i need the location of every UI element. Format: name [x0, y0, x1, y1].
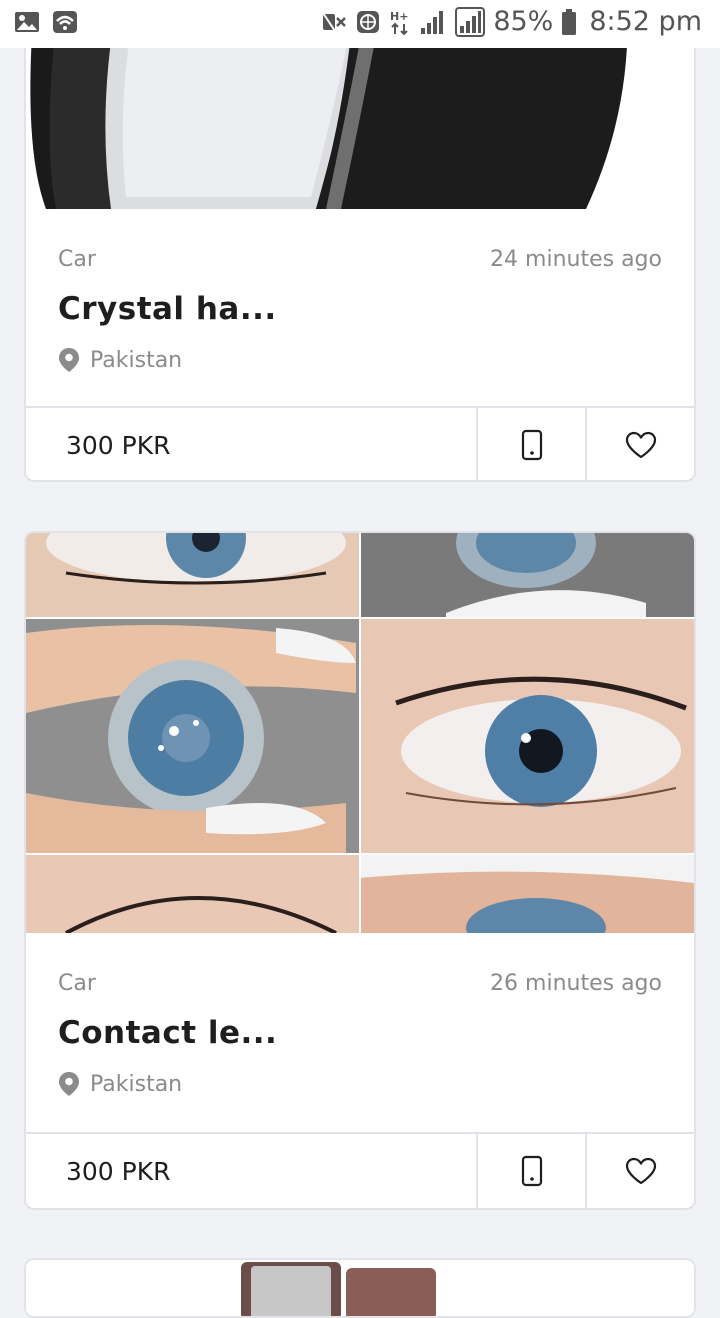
favorite-button[interactable] [587, 408, 694, 480]
battery-icon [561, 8, 577, 36]
status-bar: H+ 85% 8:52 pm [0, 0, 720, 48]
heart-icon [625, 1157, 656, 1185]
signal-icon [455, 6, 486, 37]
listing-actions: 300 PKR [26, 1132, 694, 1208]
listing-location-text: Pakistan [90, 1071, 183, 1097]
mute-icon [319, 8, 347, 36]
heart-icon [625, 431, 656, 459]
listing-actions: 300 PKR [26, 406, 694, 480]
clock: 8:52 pm [589, 6, 702, 37]
location-pin-icon [59, 348, 79, 372]
listing-title[interactable]: Contact le... [58, 1015, 277, 1051]
phone-icon [521, 1155, 542, 1187]
listing-card[interactable]: Car 24 minutes ago Crystal ha... Pakista… [24, 0, 696, 482]
listing-image[interactable] [26, 533, 694, 933]
call-button[interactable] [478, 1134, 587, 1208]
svg-text:H+: H+ [390, 10, 408, 23]
phone-icon [521, 429, 542, 461]
listing-details: Car 26 minutes ago Contact le... Pakista… [58, 971, 662, 1097]
status-right: H+ 85% 8:52 pm [319, 6, 702, 37]
listing-location-text: Pakistan [90, 347, 183, 373]
listing-time: 26 minutes ago [490, 971, 662, 996]
listing-price: 300 PKR [26, 1134, 478, 1208]
battery-percentage: 85% [493, 6, 554, 37]
listing-details: Car 24 minutes ago Crystal ha... Pakista… [58, 247, 662, 373]
listing-location: Pakistan [58, 1071, 182, 1097]
call-button[interactable] [478, 408, 587, 480]
listing-image[interactable] [26, 1260, 694, 1316]
listing-location: Pakistan [58, 347, 182, 373]
listing-category: Car [58, 971, 96, 996]
favorite-button[interactable] [587, 1134, 694, 1208]
network-h-plus-icon: H+ [389, 8, 411, 36]
listing-price: 300 PKR [26, 408, 478, 480]
gallery-icon [14, 10, 40, 34]
listing-category: Car [58, 247, 96, 272]
listing-time: 24 minutes ago [490, 247, 662, 272]
listing-card[interactable]: Car 26 minutes ago Contact le... Pakista… [24, 531, 696, 1210]
vpn-icon [355, 9, 381, 35]
location-pin-icon [59, 1072, 79, 1096]
listing-title[interactable]: Crystal ha... [58, 291, 277, 327]
listing-card[interactable] [24, 1258, 696, 1318]
signal-icon [419, 8, 447, 36]
wifi-icon [52, 10, 78, 34]
status-left [14, 10, 78, 34]
